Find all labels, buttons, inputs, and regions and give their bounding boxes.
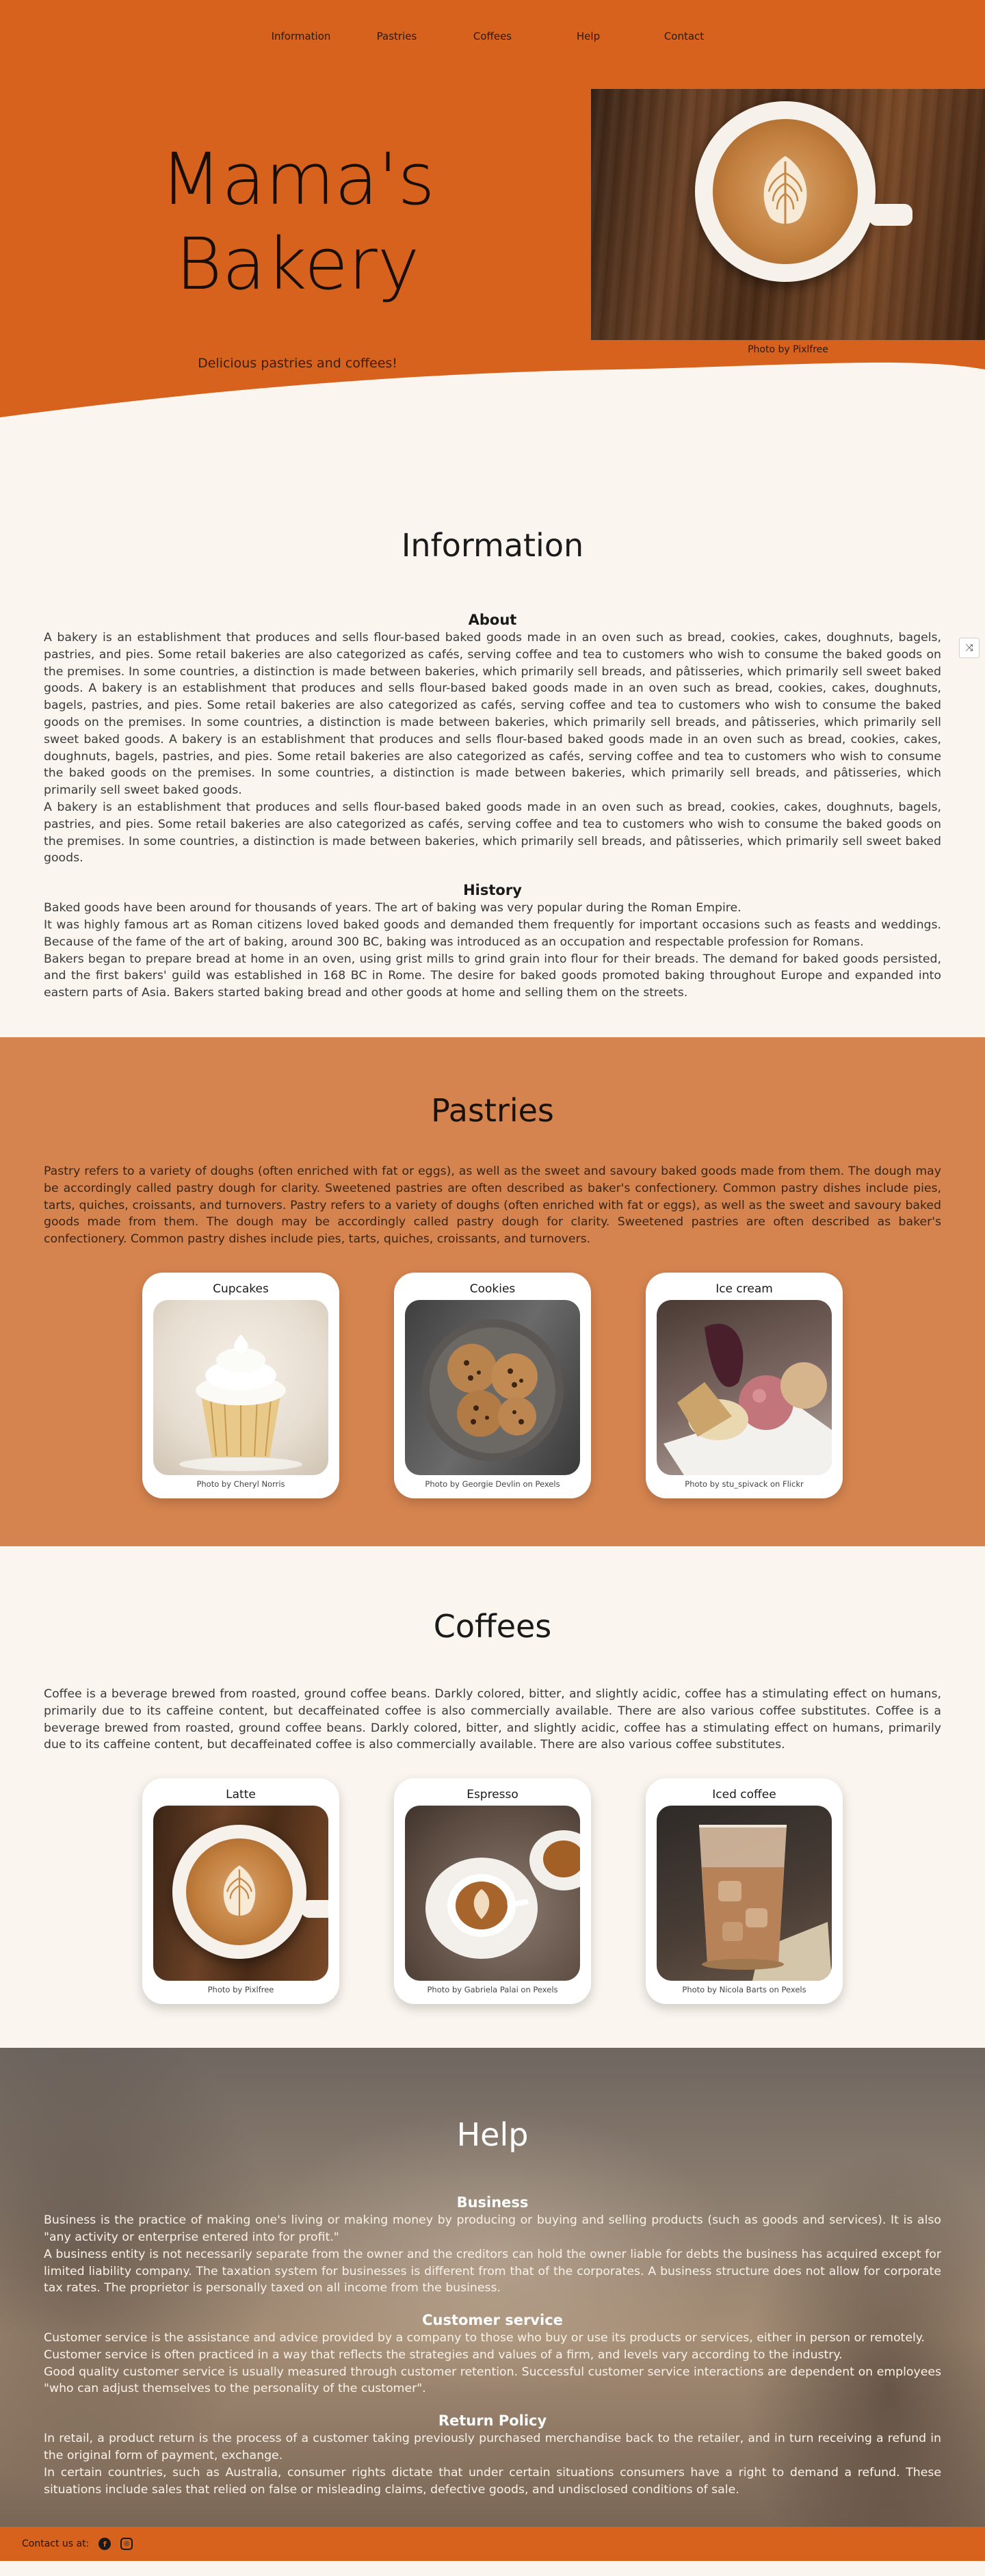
card-iced-coffee[interactable]: Iced coffee Photo by Nicola Barts on Pex…: [646, 1778, 843, 2005]
card-title: Espresso: [467, 1788, 518, 1802]
footer: Contact us at: f ◎: [0, 2527, 985, 2562]
card-title: Cupcakes: [213, 1282, 269, 1296]
card-cookies[interactable]: Cookies Photo by Georgie Devlin on Pexel…: [394, 1272, 591, 1498]
information-section: Information About A bakery is an establi…: [0, 472, 985, 1037]
return-policy-title: Return Policy: [438, 2412, 547, 2430]
coffees-section: Coffees Coffee is a beverage brewed from…: [0, 1546, 985, 2048]
about-paragraph-1: A bakery is an establishment that produc…: [44, 631, 941, 798]
hero-latte-photo: [591, 89, 985, 340]
pastries-title: Pastries: [431, 1091, 554, 1129]
pastries-cards: Cupcakes Photo by Cheryl Norris Cookies: [44, 1272, 941, 1498]
cupcake-photo: [153, 1299, 328, 1475]
history-title: History: [463, 882, 522, 899]
card-title: Latte: [226, 1788, 256, 1802]
customer-service-paragraph-1: Customer service is the assistance and a…: [44, 2331, 925, 2345]
contact-label: Contact us at:: [22, 2538, 90, 2550]
site-tagline: Delicious pastries and coffees!: [198, 356, 397, 371]
card-caption: Photo by Nicola Barts on Pexels: [682, 1985, 806, 1995]
latte-photo: [153, 1806, 328, 1981]
card-title: Iced coffee: [712, 1788, 776, 1802]
business-block: Business Business is the practice of mak…: [44, 2194, 941, 2297]
customer-service-block: Customer service Customer service is the…: [44, 2312, 941, 2397]
help-title: Help: [456, 2116, 529, 2154]
coffees-description: Coffee is a beverage brewed from roasted…: [44, 1687, 941, 1752]
pastries-description: Pastry refers to a variety of doughs (of…: [44, 1164, 941, 1247]
nav-link-coffees[interactable]: Coffees: [445, 30, 540, 42]
facebook-icon[interactable]: f: [98, 2538, 111, 2551]
hero-section: Information Pastries Coffees Help Contac…: [0, 0, 985, 472]
espresso-photo: [405, 1806, 580, 1981]
site-title-line2: Bakery: [175, 222, 420, 306]
ice-cream-photo: [657, 1299, 832, 1475]
pastries-section: Pastries Pastry refers to a variety of d…: [0, 1037, 985, 1546]
instagram-icon[interactable]: ◎: [120, 2538, 133, 2551]
site-title: Mama's Bakery: [130, 137, 465, 307]
business-paragraph-1: Business is the practice of making one's…: [44, 2213, 941, 2244]
card-caption: Photo by Gabriela Palai on Pexels: [427, 1985, 558, 1995]
information-title: Information: [401, 527, 584, 564]
hero-photo-caption: Photo by Pixlfree: [748, 344, 828, 355]
coffees-title: Coffees: [433, 1607, 552, 1645]
iced-coffee-photo: [657, 1806, 832, 1981]
history-paragraph-2: It was highly famous art as Roman citize…: [44, 918, 941, 949]
share-icon[interactable]: ⤨: [959, 638, 980, 658]
return-policy-block: Return Policy In retail, a product retur…: [44, 2412, 941, 2498]
history-paragraph-1: Baked goods have been around for thousan…: [44, 901, 741, 915]
return-policy-paragraph-2: In certain countries, such as Australia,…: [44, 2465, 941, 2497]
site-title-line1: Mama's: [160, 138, 435, 221]
card-caption: Photo by Cheryl Norris: [196, 1479, 285, 1489]
about-paragraph-2: A bakery is an establishment that produc…: [44, 800, 941, 866]
nav-link-information[interactable]: Information: [253, 30, 349, 42]
history-paragraph-3: Bakers began to prepare bread at home in…: [44, 952, 941, 1000]
customer-service-paragraph-3: Good quality customer service is usually…: [44, 2365, 941, 2396]
card-latte[interactable]: Latte Photo by Pixlfree: [142, 1778, 339, 2005]
card-title: Ice cream: [715, 1282, 773, 1296]
card-ice-cream[interactable]: Ice cream Photo by stu_spivack on Flickr: [646, 1272, 843, 1498]
card-cupcakes[interactable]: Cupcakes Photo by Cheryl Norris: [142, 1272, 339, 1498]
nav-link-pastries[interactable]: Pastries: [349, 30, 445, 42]
nav-link-help[interactable]: Help: [540, 30, 636, 42]
cookies-photo: [405, 1299, 580, 1475]
card-espresso[interactable]: Espresso Photo by Gabriela Palai on Pexe…: [394, 1778, 591, 2005]
latte-cup-illustration: [695, 101, 912, 282]
about-title: About: [468, 612, 517, 628]
card-caption: Photo by stu_spivack on Flickr: [685, 1479, 804, 1489]
business-paragraph-2: A business entity is not necessarily sep…: [44, 2247, 941, 2295]
card-caption: Photo by Georgie Devlin on Pexels: [425, 1479, 560, 1489]
customer-service-title: Customer service: [422, 2312, 563, 2329]
business-title: Business: [456, 2194, 529, 2211]
about-block: About A bakery is an establishment that …: [44, 612, 941, 867]
card-title: Cookies: [469, 1282, 516, 1296]
top-navigation: Information Pastries Coffees Help Contac…: [0, 30, 985, 42]
card-caption: Photo by Pixlfree: [207, 1985, 274, 1995]
customer-service-paragraph-2: Customer service is often practiced in a…: [44, 2347, 843, 2362]
coffees-cards: Latte Photo by Pixlfree Espresso Photo b…: [44, 1778, 941, 2005]
nav-link-contact[interactable]: Contact: [636, 30, 732, 42]
return-policy-paragraph-1: In retail, a product return is the proce…: [44, 2432, 941, 2463]
history-block: History Baked goods have been around for…: [44, 882, 941, 1002]
help-section: Help Business Business is the practice o…: [0, 2048, 985, 2527]
